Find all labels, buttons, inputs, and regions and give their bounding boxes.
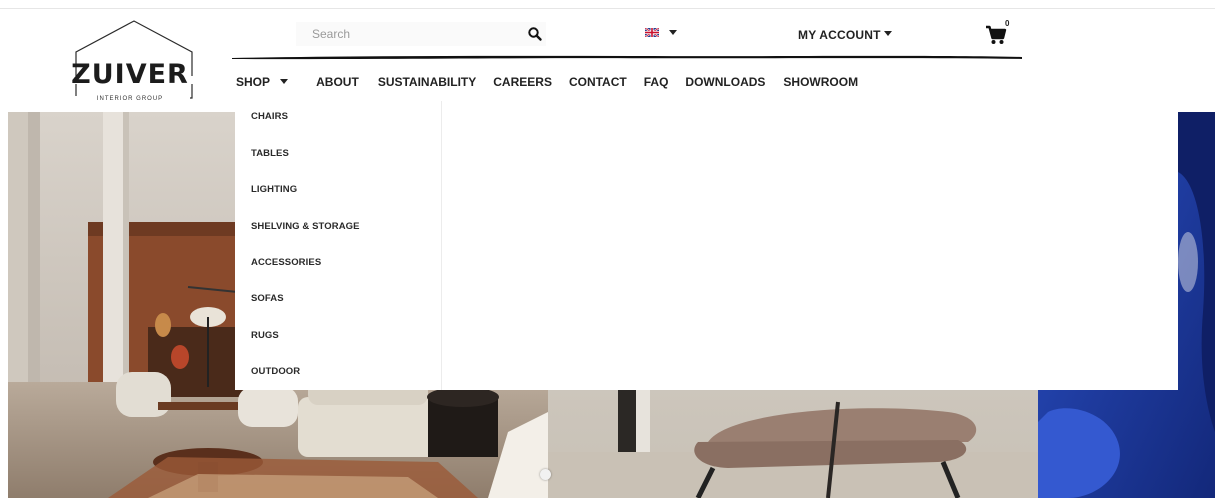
chevron-down-icon — [280, 79, 289, 84]
search-bar — [296, 22, 546, 46]
chevron-down-icon — [669, 30, 677, 35]
search-input[interactable] — [312, 24, 512, 44]
shop-menu-item-shelving-storage[interactable]: SHELVING & STORAGE — [251, 221, 360, 232]
logo-wordmark: ZUIVER — [71, 59, 189, 90]
nav-item-shop-label: SHOP — [236, 75, 270, 89]
zuiver-logo[interactable]: ZUIVER INTERIOR GROUP — [70, 18, 200, 106]
nav-item-sustainability[interactable]: SUSTAINABILITY — [378, 75, 476, 89]
nav-item-faq[interactable]: FAQ — [644, 75, 669, 89]
nav-item-about[interactable]: ABOUT — [316, 75, 359, 89]
nav-item-showroom[interactable]: SHOWROOM — [783, 75, 858, 89]
shop-menu-item-accessories[interactable]: ACCESSORIES — [251, 257, 321, 268]
search-icon[interactable] — [527, 26, 543, 42]
header-brush-divider — [232, 55, 1022, 60]
nav-item-careers[interactable]: CAREERS — [493, 75, 552, 89]
nav-item-downloads[interactable]: DOWNLOADS — [685, 75, 765, 89]
cart-icon — [986, 25, 1007, 44]
shop-menu-item-chairs[interactable]: CHAIRS — [251, 111, 288, 122]
uk-flag-icon — [645, 28, 659, 37]
shop-dropdown-menu: CHAIRS TABLES LIGHTING SHELVING & STORAG… — [235, 101, 1178, 390]
nav-item-contact[interactable]: CONTACT — [569, 75, 627, 89]
main-navigation: SHOP ABOUT SUSTAINABILITY CAREERS CONTAC… — [236, 74, 858, 90]
nav-item-shop[interactable]: SHOP — [236, 75, 289, 89]
cart-button[interactable]: 0 — [985, 19, 1017, 46]
chevron-down-icon — [884, 31, 892, 36]
my-account-menu[interactable]: MY ACCOUNT — [798, 26, 892, 42]
carousel-dot[interactable] — [540, 469, 551, 480]
shop-menu-item-outdoor[interactable]: OUTDOOR — [251, 366, 300, 377]
logo-subtext: INTERIOR GROUP — [70, 96, 190, 102]
shop-menu-item-sofas[interactable]: SOFAS — [251, 293, 284, 304]
top-divider — [0, 8, 1215, 9]
language-selector[interactable] — [645, 25, 705, 41]
shop-menu-item-tables[interactable]: TABLES — [251, 148, 289, 159]
my-account-label: MY ACCOUNT — [798, 28, 881, 42]
shop-menu-item-rugs[interactable]: RUGS — [251, 330, 279, 341]
shop-category-list: CHAIRS TABLES LIGHTING SHELVING & STORAG… — [235, 101, 442, 390]
cart-count-badge: 0 — [1005, 19, 1010, 28]
shop-menu-item-lighting[interactable]: LIGHTING — [251, 184, 297, 195]
